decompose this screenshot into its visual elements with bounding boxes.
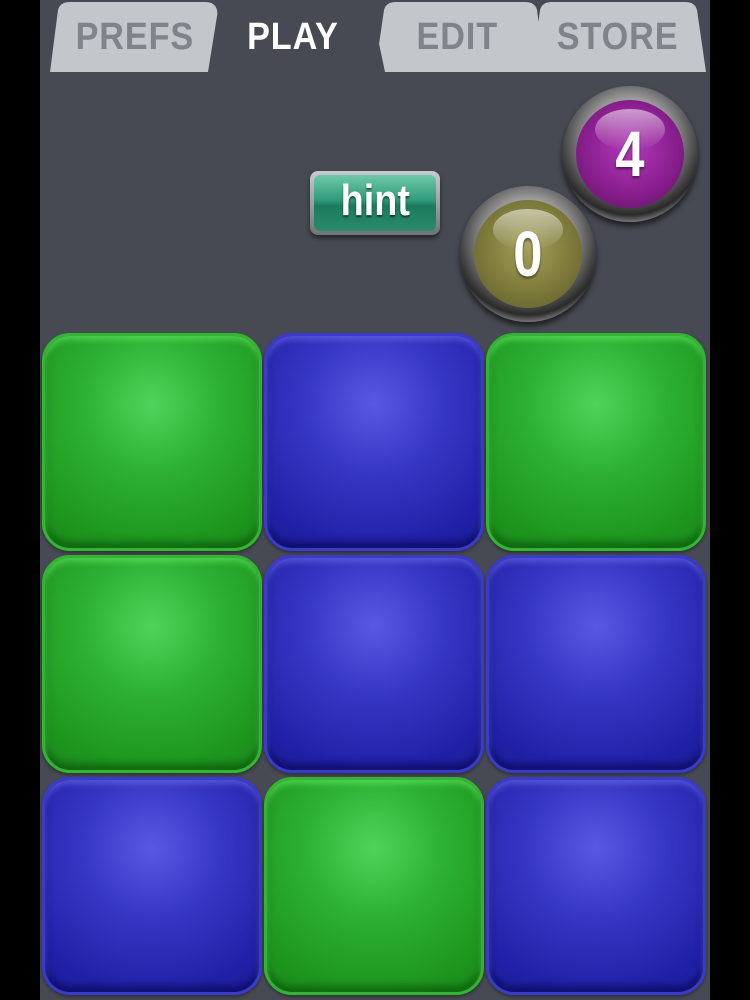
tab-edit-label: EDIT <box>416 15 498 58</box>
tab-play[interactable]: PLAY <box>218 2 368 72</box>
tile-r1-c3-green[interactable] <box>486 333 706 551</box>
tile-r1-c2-blue[interactable] <box>264 333 484 551</box>
tile-r2-c3-blue[interactable] <box>486 555 706 773</box>
purple-counter-value: 4 <box>615 118 645 190</box>
gold-counter-value: 0 <box>513 218 543 290</box>
tab-store[interactable]: STORE <box>538 2 698 72</box>
gold-counter-badge: 0 <box>460 186 596 322</box>
tile-grid <box>42 333 710 1000</box>
hint-button-face: hint <box>314 175 436 231</box>
hint-button[interactable]: hint <box>310 171 440 235</box>
tab-prefs[interactable]: PREFS <box>60 2 210 72</box>
tab-edit[interactable]: EDIT <box>382 2 532 72</box>
tile-r2-c1-green[interactable] <box>42 555 262 773</box>
game-screen: PREFS PLAY EDIT STORE hint 0 4 <box>40 0 710 1000</box>
tile-r2-c2-blue[interactable] <box>264 555 484 773</box>
hint-button-label: hint <box>340 176 410 225</box>
tab-store-label: STORE <box>557 15 679 58</box>
tile-r3-c2-green[interactable] <box>264 777 484 995</box>
purple-counter-core: 4 <box>576 100 684 208</box>
tile-r3-c3-blue[interactable] <box>486 777 706 995</box>
purple-counter-badge: 4 <box>562 86 698 222</box>
gold-counter-core: 0 <box>474 200 582 308</box>
tile-r3-c1-blue[interactable] <box>42 777 262 995</box>
tab-prefs-label: PREFS <box>75 15 195 58</box>
tile-r1-c1-green[interactable] <box>42 333 262 551</box>
tab-bar: PREFS PLAY EDIT STORE <box>40 0 710 72</box>
tab-play-label: PLAY <box>247 15 339 58</box>
